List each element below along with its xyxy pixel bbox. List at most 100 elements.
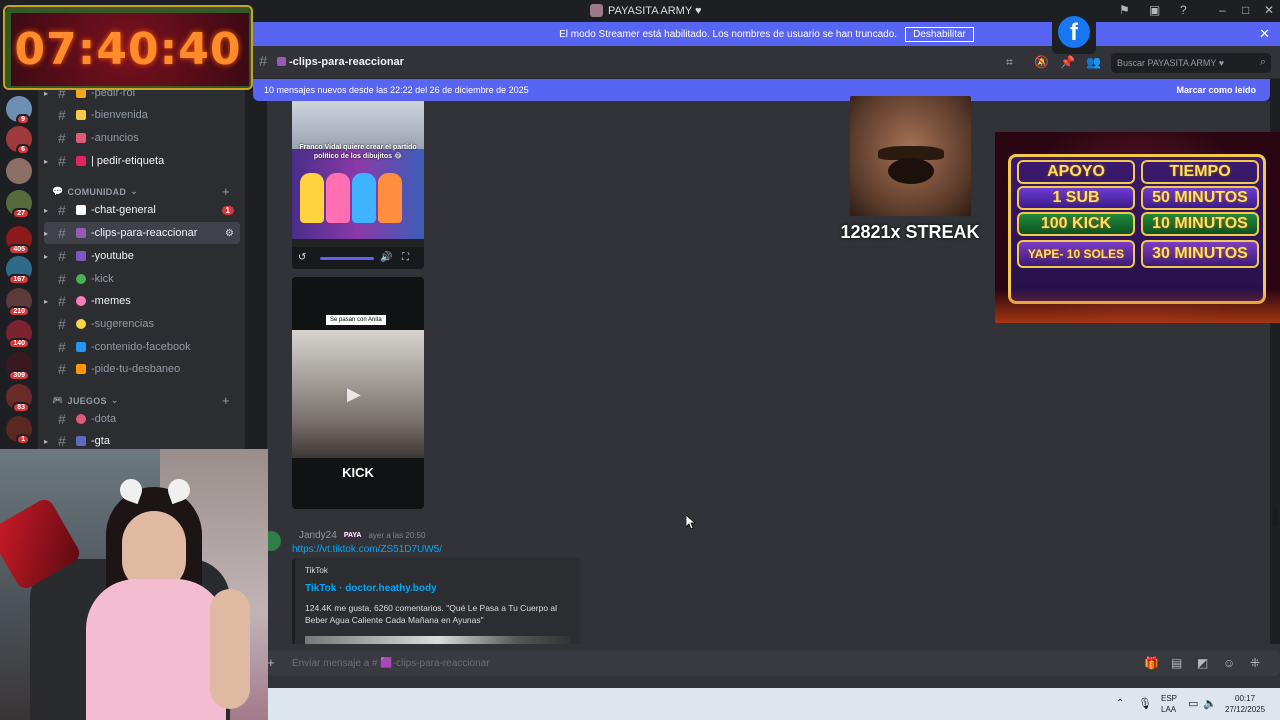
members-icon[interactable]: 👥 xyxy=(1086,55,1101,69)
embed-title[interactable]: TikTok · doctor.heathy.body xyxy=(305,583,437,594)
maximize-icon[interactable]: □ xyxy=(1242,3,1249,17)
replay-icon[interactable]: ↺ xyxy=(298,252,306,263)
server-badge: 1 xyxy=(16,434,30,445)
clock-date: 27/12/2025 xyxy=(1225,705,1266,714)
new-messages-bar[interactable]: 10 mensajes nuevos desde las 22:22 del 2… xyxy=(253,79,1270,101)
promo-cell: 100 KICK xyxy=(1017,212,1135,236)
channel-header: # -clips-para-reaccionar ⌗ 🔕 📌 👥 Buscar … xyxy=(253,46,1280,79)
help-icon[interactable]: ? xyxy=(1180,3,1187,17)
add-attachment-icon[interactable]: + xyxy=(267,655,275,670)
search-input[interactable]: Buscar PAYASITA ARMY ♥ ⌕ xyxy=(1111,53,1271,73)
mark-as-read-button[interactable]: Marcar como leído xyxy=(1176,85,1256,95)
server-avatar[interactable]: 27 xyxy=(6,190,32,219)
channel-item[interactable]: # -contenido-facebook xyxy=(44,336,240,358)
disable-streamer-button[interactable]: Deshabilitar xyxy=(905,26,974,42)
role-tag: PAYA xyxy=(340,531,365,540)
cartoon-figure xyxy=(378,173,402,223)
channel-item[interactable]: # -kick xyxy=(44,268,240,290)
gift-icon[interactable]: 🎁 xyxy=(1144,656,1159,670)
chevron-down-icon: ⌄ xyxy=(130,186,139,196)
server-avatar[interactable]: 6 xyxy=(6,126,32,155)
channel-settings-icon[interactable]: ⚙ xyxy=(225,228,234,239)
server-avatar[interactable]: 210 xyxy=(6,288,32,317)
channel-item[interactable]: ▸ # -chat-general 1 xyxy=(44,199,240,221)
close-window-icon[interactable]: ✕ xyxy=(1264,3,1274,17)
channel-emoji-icon xyxy=(76,364,86,374)
expand-arrow-icon: ▸ xyxy=(44,296,49,306)
server-badge: 405 xyxy=(8,244,30,255)
username[interactable]: Jandy24 xyxy=(299,530,337,541)
channel-item[interactable]: ▸ # -memes xyxy=(44,290,240,312)
channel-title: -clips-para-reaccionar xyxy=(289,56,404,68)
server-avatar[interactable] xyxy=(6,158,32,184)
channel-item[interactable]: # -pide-tu-desbaneo xyxy=(44,358,240,380)
gif-icon[interactable]: ▤ xyxy=(1171,656,1182,670)
mute-bell-icon[interactable]: 🔕 xyxy=(1034,55,1049,69)
channel-label: -memes xyxy=(91,295,131,307)
hash-icon: # xyxy=(58,271,66,287)
fullscreen-icon[interactable]: ⛶ xyxy=(402,252,409,263)
server-badge: 83 xyxy=(12,402,30,413)
pin-icon[interactable]: 📌 xyxy=(1060,55,1075,69)
category-comunidad[interactable]: 💬 COMUNIDAD ⌄ + xyxy=(52,184,230,199)
channel-item[interactable]: ▸ # -gta xyxy=(44,430,240,450)
scrollbar[interactable] xyxy=(1273,507,1278,527)
apps-icon[interactable]: ⁜ xyxy=(1250,656,1260,670)
category-juegos[interactable]: 🎮 JUEGOS ⌄ + xyxy=(52,393,230,408)
language-indicator[interactable]: ESP xyxy=(1161,694,1177,703)
add-channel-icon[interactable]: + xyxy=(222,184,230,199)
server-avatar[interactable]: 405 xyxy=(6,226,32,255)
language-layout: LAA xyxy=(1161,705,1177,714)
person-arm xyxy=(210,589,250,709)
minimize-icon[interactable]: – xyxy=(1219,3,1226,17)
video-frame xyxy=(292,101,424,149)
channel-label: -youtube xyxy=(91,250,134,262)
promo-header-row: APOYO TIEMPO xyxy=(1017,160,1259,184)
hash-icon: # xyxy=(58,225,66,241)
server-avatar[interactable]: 1 xyxy=(6,416,32,445)
streak-text: 12821x STREAK xyxy=(840,222,980,242)
gamepad-icon: 🎮 xyxy=(52,395,64,405)
server-badge: 140 xyxy=(8,338,30,349)
banner-close-icon[interactable]: ✕ xyxy=(1259,26,1270,42)
message-link[interactable]: https://vt.tiktok.com/ZS51D7UW5/ xyxy=(292,544,442,555)
microphone-icon[interactable]: 🎙 xyxy=(1138,697,1152,710)
avatar[interactable] xyxy=(267,531,281,551)
channel-item[interactable]: # -bienvenida xyxy=(44,104,240,126)
channel-item[interactable]: ▸ # -youtube xyxy=(44,245,240,267)
sticker-icon[interactable]: ◩ xyxy=(1197,656,1208,670)
video-attachment[interactable]: Se pasan con Anita ▶ KICK xyxy=(292,277,424,509)
threads-icon[interactable]: ⌗ xyxy=(1006,55,1013,70)
video-attachment[interactable]: Franco Vidal quiere crear el partido pol… xyxy=(292,101,424,269)
play-icon[interactable]: ▶ xyxy=(347,384,361,405)
inbox-icon[interactable]: ⚑ xyxy=(1119,3,1130,17)
channel-item[interactable]: # -sugerencias xyxy=(44,313,240,335)
volume-icon[interactable]: 🔊 xyxy=(380,252,392,263)
emoji-icon[interactable]: ☺ xyxy=(1223,656,1235,670)
window-title-text: PAYASITA ARMY ♥ xyxy=(608,4,702,17)
server-avatar[interactable]: 167 xyxy=(6,256,32,285)
hash-icon: # xyxy=(58,248,66,264)
network-icon[interactable]: ▭ xyxy=(1188,697,1198,710)
server-avatar[interactable]: 140 xyxy=(6,320,32,349)
add-channel-icon[interactable]: + xyxy=(222,393,230,408)
server-avatar[interactable]: 309 xyxy=(6,352,32,381)
clock-time[interactable]: 00:17 xyxy=(1235,694,1255,703)
expand-arrow-icon: ▸ xyxy=(44,228,49,238)
channel-item[interactable]: ▸ # | pedir-etiqueta xyxy=(44,150,240,172)
channel-item-active[interactable]: ▸ # -clips-para-reaccionar ⚙ xyxy=(44,222,240,244)
volume-icon[interactable]: 🔈 xyxy=(1203,697,1217,710)
progress-bar[interactable] xyxy=(320,257,374,260)
laughing-face-image xyxy=(850,96,971,216)
hash-icon: # xyxy=(58,433,66,449)
server-badge: 27 xyxy=(12,208,30,219)
embed-thumbnail[interactable] xyxy=(305,636,571,644)
tray-chevron-icon[interactable]: ⌃ xyxy=(1116,698,1124,709)
person-body xyxy=(86,579,226,720)
channel-item[interactable]: # -dota xyxy=(44,408,240,430)
screen-icon[interactable]: ▣ xyxy=(1149,3,1160,17)
channel-item[interactable]: # -anuncios xyxy=(44,127,240,149)
channel-label: -bienvenida xyxy=(91,109,148,121)
server-avatar[interactable]: 9 xyxy=(6,96,32,125)
server-avatar[interactable]: 83 xyxy=(6,384,32,413)
